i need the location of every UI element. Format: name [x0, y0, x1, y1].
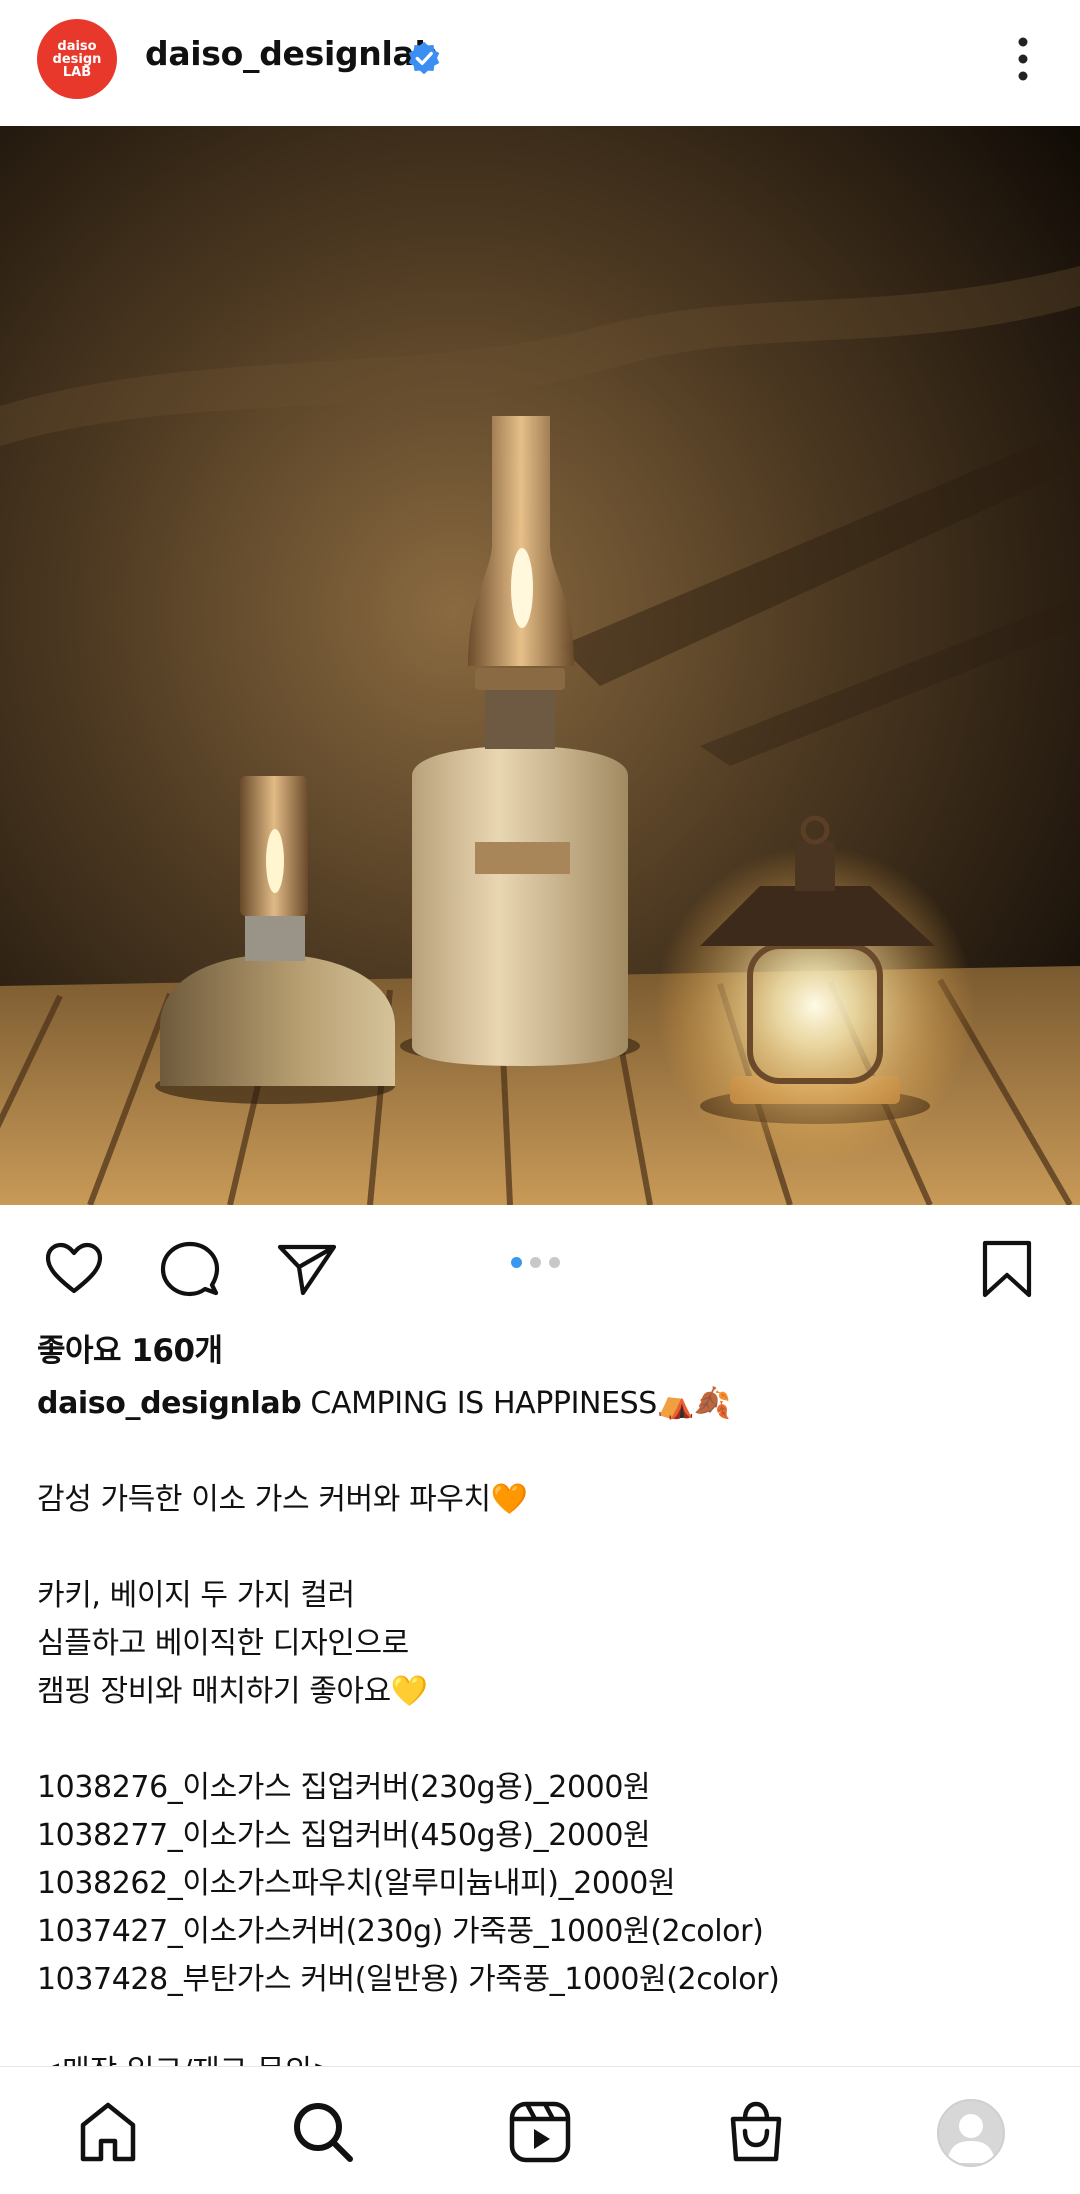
reels-icon[interactable]	[507, 2099, 573, 2165]
post-header: daiso design LAB daiso_designlab	[0, 0, 1080, 126]
avatar-text-3: LAB	[62, 64, 92, 80]
carousel-indicator	[511, 1257, 560, 1268]
send-icon[interactable]	[275, 1237, 339, 1301]
bottom-navigation	[0, 2066, 1080, 2194]
caption-line: 캠핑 장비와 매치하기 좋아요💛	[37, 1674, 428, 1709]
caption-line: 감성 가득한 이소 가스 커버와 파우치🧡	[37, 1482, 528, 1517]
likes-count[interactable]: 좋아요 160개	[37, 1325, 223, 1370]
caption-line-1: daiso_designlab CAMPING IS HAPPINESS⛺🍂	[37, 1380, 1047, 1428]
caption-username[interactable]: daiso_designlab	[37, 1386, 302, 1421]
verified-badge-icon	[408, 41, 440, 75]
product-line: 1038262_이소가스파우치(알루미늄내피)_2000원	[37, 1866, 676, 1901]
home-icon[interactable]	[75, 2099, 141, 2165]
product-line: 1038277_이소가스 집업커버(450g용)_2000원	[37, 1818, 651, 1853]
product-line: 1037427_이소가스커버(230g) 가죽풍_1000원(2color)	[37, 1914, 764, 1949]
profile-silhouette-icon	[947, 2114, 995, 2163]
search-icon[interactable]	[290, 2099, 356, 2165]
heart-icon[interactable]	[42, 1237, 106, 1301]
profile-avatar[interactable]	[937, 2099, 1005, 2167]
camping-lanterns-image	[0, 126, 1080, 1205]
more-vertical-icon[interactable]	[1003, 34, 1043, 84]
product-line: 1037428_부탄가스 커버(일반용) 가죽풍_1000원(2color)	[37, 1962, 780, 1997]
post-photo[interactable]	[0, 126, 1080, 1205]
carousel-dot	[549, 1257, 560, 1268]
carousel-dot	[530, 1257, 541, 1268]
carousel-dot-active	[511, 1257, 522, 1268]
avatar-text-1: daiso	[57, 38, 97, 54]
avatar-text-2: design	[52, 51, 102, 67]
account-username[interactable]: daiso_designlab	[145, 34, 438, 73]
shop-icon[interactable]	[723, 2099, 789, 2165]
post-caption: daiso_designlab CAMPING IS HAPPINESS⛺🍂 감…	[37, 1380, 1047, 2004]
bookmark-icon[interactable]	[975, 1237, 1039, 1301]
caption-line: 심플하고 베이직한 디자인으로	[37, 1626, 409, 1661]
account-avatar[interactable]: daiso design LAB	[37, 19, 117, 99]
comment-icon[interactable]	[158, 1237, 222, 1301]
caption-text: CAMPING IS HAPPINESS⛺🍂	[310, 1386, 731, 1421]
caption-line: 카키, 베이지 두 가지 컬러	[37, 1578, 355, 1613]
product-line: 1038276_이소가스 집업커버(230g용)_2000원	[37, 1770, 651, 1805]
